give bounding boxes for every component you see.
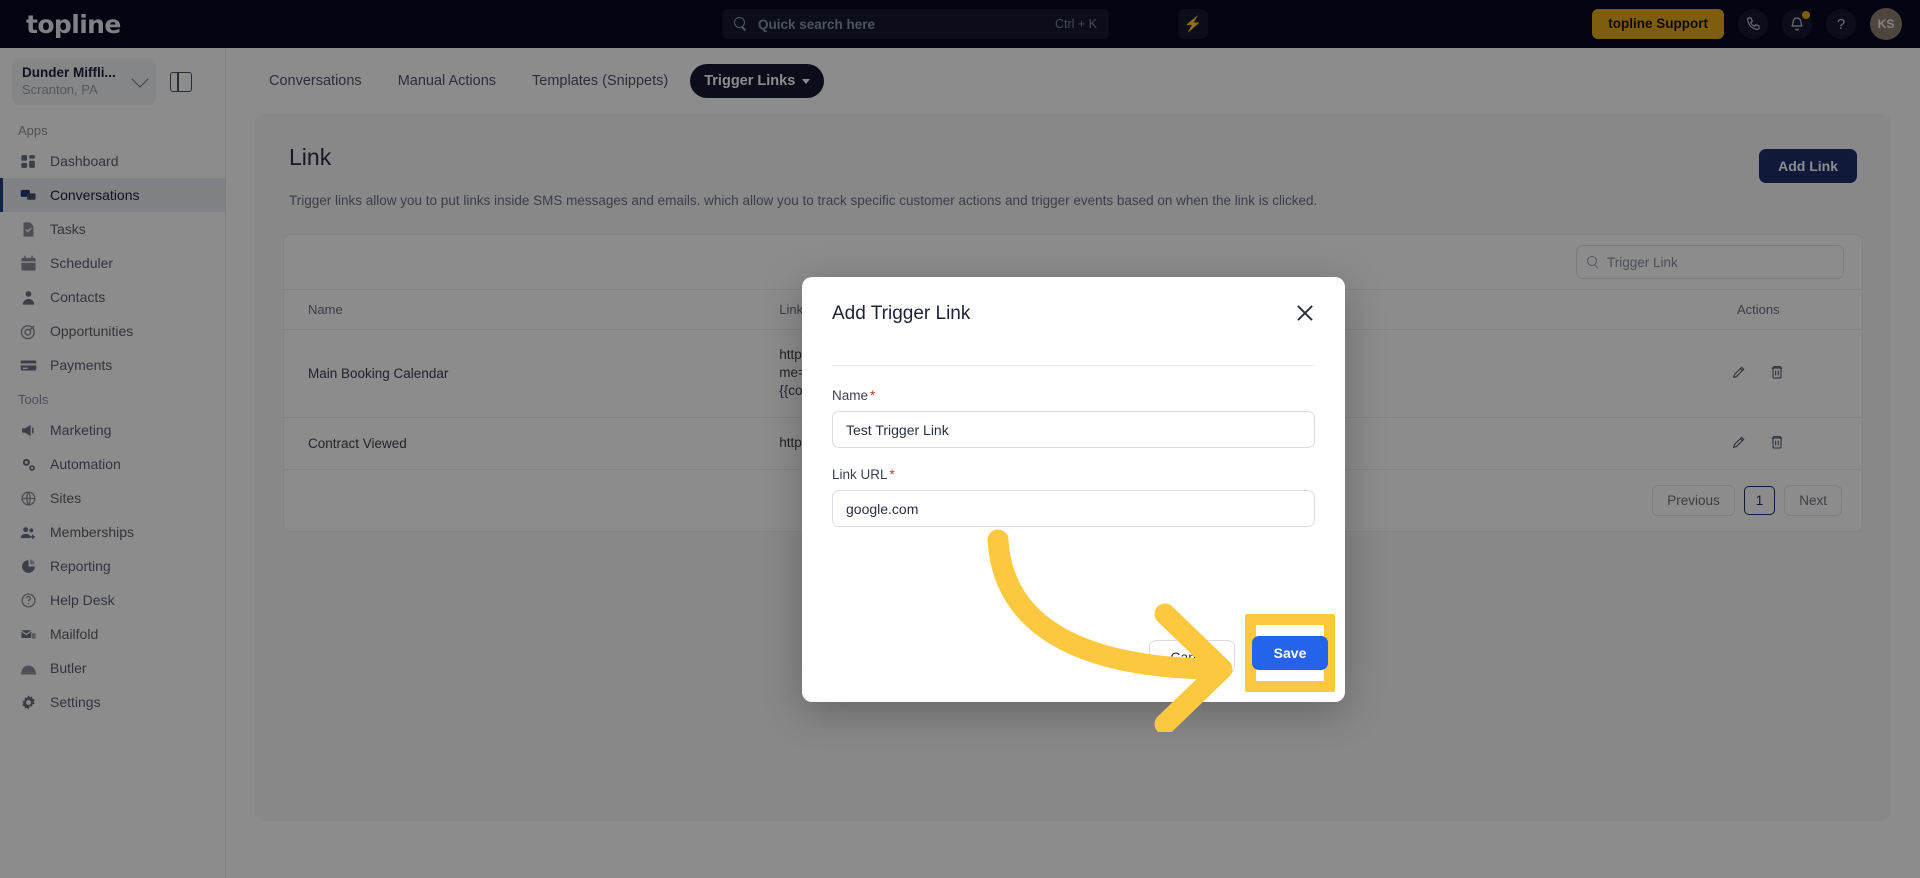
save-button-highlight: Save — [1245, 614, 1335, 692]
modal-body: Name* Link URL* — [802, 366, 1345, 527]
required-asterisk: * — [870, 388, 876, 403]
required-asterisk: * — [889, 467, 895, 482]
cancel-button[interactable]: Cancel — [1149, 640, 1235, 674]
link-url-input[interactable] — [832, 490, 1315, 527]
name-input[interactable] — [832, 411, 1315, 448]
name-field-label: Name * — [832, 388, 1315, 403]
name-label-text: Name — [832, 388, 869, 403]
link-url-label-text: Link URL — [832, 467, 888, 482]
save-button[interactable]: Save — [1251, 636, 1329, 670]
close-icon[interactable] — [1295, 303, 1315, 323]
modal-header: Add Trigger Link — [802, 277, 1345, 325]
modal-title: Add Trigger Link — [832, 303, 971, 324]
app-root: topline Quick search here Ctrl + K ⚡ top… — [0, 0, 1920, 878]
link-url-field-label: Link URL * — [832, 467, 1315, 482]
